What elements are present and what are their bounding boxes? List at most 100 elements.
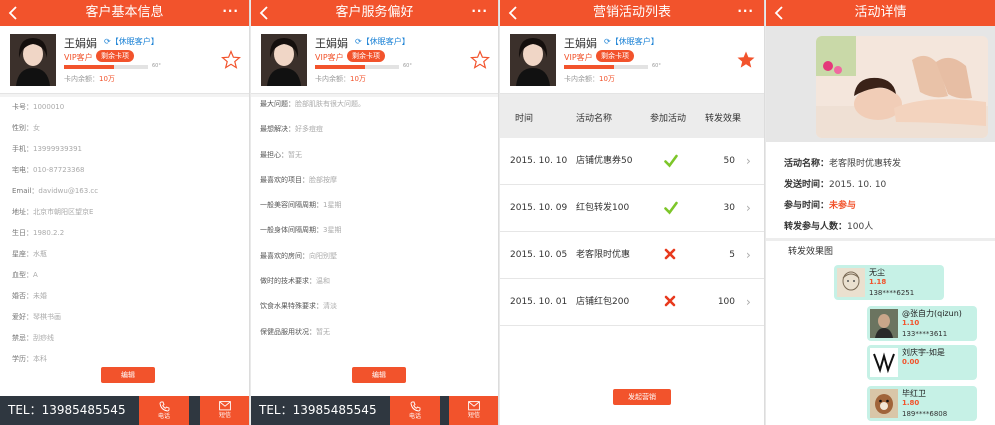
info-label: 血型： [12,271,33,279]
card-balance: 卡内余额：10万 [315,74,366,84]
info-value: A [33,271,38,279]
remaining-cards-badge[interactable]: 剩余卡项 [596,50,634,62]
phone-icon [410,401,420,412]
vip-level: VIP客户 [64,53,93,62]
column-activity-name: 活动名称 [576,114,613,124]
info-label: 性别： [12,124,33,132]
customer-name: 王娟娟 [564,37,597,50]
activity-row[interactable]: 2015. 10. 09 红包转发100 30 › [500,185,764,232]
preference-row: 做时的技术要求：温和 [260,269,492,294]
preference-label: 一般身体间隔周期： [260,226,323,235]
info-row: 生日：1980.2.2 [12,223,243,244]
activity-name: 老客限时优惠 [576,250,631,260]
detail-value: 2015. 10. 10 [829,180,887,190]
preference-label: 最想解决： [260,125,295,134]
activity-row[interactable]: 2015. 10. 05 老客限时优惠 5 › [500,232,764,279]
activity-row[interactable]: 2015. 10. 01 店铺红包200 100 › [500,279,764,326]
forward-count: 30 [723,203,735,213]
preference-label: 饮食水果特殊要求： [260,302,323,311]
card-progress-text: 60° [403,63,412,69]
preference-value: 3星期 [323,226,342,235]
page-title: 营销活动列表 [592,5,671,20]
card-progress-fill [315,65,366,69]
more-options-icon[interactable]: ··· [737,0,754,22]
card-progress-fill [564,65,615,69]
activity-row[interactable]: 2015. 10. 10 店铺优惠券50 50 › [500,138,764,185]
preference-value: 向阳别墅 [309,251,337,260]
more-options-icon[interactable]: ··· [471,0,488,22]
joined-status [664,295,676,312]
edit-button[interactable]: 编辑 [101,367,155,383]
preference-row: 最喜欢的项目：脸部按摩 [260,168,492,193]
preference-label: 做时的技术要求： [260,277,316,286]
detail-value: 未参与 [829,201,857,211]
customer-status-tag-text: 【休眠客户】 [110,37,159,46]
activity-name: 店铺优惠券50 [576,156,633,166]
info-row: 婚否：未婚 [12,286,243,307]
forward-count: 50 [723,156,735,166]
forward-user-card[interactable]: 毕红卫 1.80 189****6808 [867,386,977,421]
info-label: 卡号： [12,103,33,111]
customer-name: 王娟娟 [315,37,348,50]
detail-row: 转发参与人数：100人 [784,217,901,238]
forward-user-name: 无尘 [869,268,885,277]
remaining-cards-badge[interactable]: 剩余卡项 [347,50,385,62]
info-value: 010-87723368 [33,166,85,174]
info-label: 婚否： [12,292,33,300]
forward-user-value: 1.80 [902,399,920,407]
forward-count: 100 [717,297,735,307]
info-label: 生日： [12,229,33,237]
activity-name: 店铺红包200 [576,297,630,307]
service-preference-list: 最大问题：脸部肌肤有很大问题。 最想解决：好多痘痘 最担心：暂无 最喜欢的项目：脸部按… [260,92,492,345]
sms-button[interactable]: 短信 [200,396,249,425]
card-progress-fill [64,65,115,69]
detail-label: 参与时间： [784,201,830,211]
detail-row: 发送时间：2015. 10. 10 [784,175,901,196]
chevron-right-icon: › [746,295,751,309]
activity-date: 2015. 10. 09 [510,203,568,213]
column-time: 时间 [515,114,534,124]
customer-status-tag-text: 【休眠客户】 [361,37,410,46]
star-outline-icon[interactable] [221,50,241,70]
preference-label: 保健品服用状况： [260,327,316,336]
chevron-right-icon: › [746,201,751,215]
info-row: 爱好：琴棋书画 [12,307,243,328]
page-title: 客户基本信息 [85,5,164,20]
cross-icon [664,295,676,307]
info-row: 性别：女 [12,118,243,139]
chevron-right-icon: › [746,154,751,168]
preference-row: 一般身体间隔周期：3星期 [260,218,492,243]
card-progress-bar [315,65,399,69]
forward-user-name: 刘庆宇-如是 [902,348,945,357]
call-button[interactable]: 电话 [390,396,440,425]
remaining-cards-badge[interactable]: 剩余卡项 [96,50,134,62]
sms-button[interactable]: 短信 [449,396,498,425]
joined-status [664,248,676,265]
edit-button[interactable]: 编辑 [352,367,406,383]
forward-user-card[interactable]: 刘庆宇-如是 0.00 [867,345,977,380]
card-balance-label: 卡内余额： [64,75,99,83]
star-outline-icon[interactable] [470,50,490,70]
forward-user-card[interactable]: 无尘 1.18 138****6251 [834,265,944,300]
preference-row: 最担心：暂无 [260,143,492,168]
contact-bar: TEL：13985485545 电话 短信 [0,396,249,425]
activity-table-header: 时间 活动名称 参加活动 转发效果 [500,100,764,138]
info-value: davidwu@163.cc [38,187,99,195]
card-balance: 卡内余额：10万 [64,74,115,84]
forward-user-card[interactable]: @张自力(qizun) 1.10 133****3611 [867,306,977,341]
screen-activity-detail: 活动详情 活动名称：老客限时优惠转发 发送时间：2015. 10. 10 参与时间：… [766,0,995,425]
forward-count: 5 [729,250,735,260]
info-row: 星座：水瓶 [12,244,243,265]
more-options-icon[interactable]: ··· [222,0,239,22]
customer-name: 王娟娟 [64,37,97,50]
screen-customer-service-preferences: 客户服务偏好 ··· 王娟娟 ⟳【休眠客户】 VIP客户 剩余卡项 60° 卡内… [251,0,499,425]
preference-value: 脸部按摩 [309,175,337,184]
detail-value: 100人 [847,222,874,232]
activity-date: 2015. 10. 05 [510,250,568,260]
star-filled-icon[interactable] [736,50,756,70]
card-progress-text: 60° [152,63,161,69]
call-button[interactable]: 电话 [139,396,189,425]
launch-marketing-button[interactable]: 发起营销 [613,389,671,405]
card-progress-bar [64,65,148,69]
sms-label: 短信 [218,412,231,419]
